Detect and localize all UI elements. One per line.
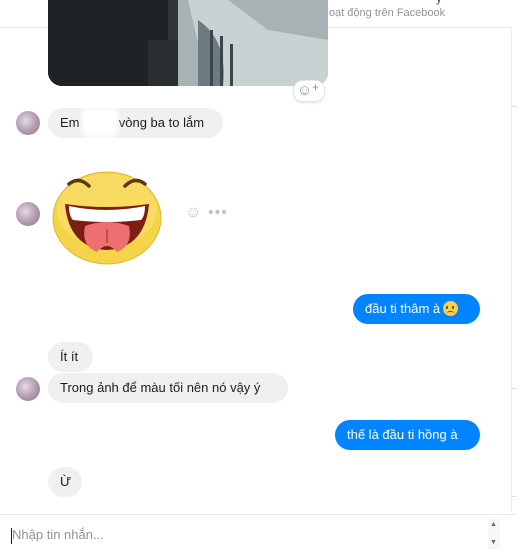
tongue-out-laughing-sticker[interactable] bbox=[51, 170, 163, 266]
message-bubble[interactable]: Trong ảnh để màu tối nên nó vậy ý bbox=[48, 373, 288, 403]
header-name-fragment: y bbox=[436, 0, 442, 5]
scroll-up-icon[interactable]: ▲ bbox=[490, 521, 497, 529]
message-text: đầu ti thâm à bbox=[365, 301, 441, 316]
message-bubble[interactable]: Ít ít bbox=[48, 342, 93, 372]
message-bubble-outgoing[interactable]: thế là đầu ti hồng à bbox=[335, 420, 480, 450]
message-text-start: Em bbox=[60, 115, 80, 130]
rail-divider bbox=[511, 106, 517, 107]
message-bubble[interactable]: Ừ bbox=[48, 467, 82, 497]
redaction-blur bbox=[82, 108, 118, 138]
rail-divider bbox=[511, 496, 517, 497]
smile-plus-icon: ☺ bbox=[297, 82, 313, 99]
scroll-down-icon[interactable]: ▼ bbox=[490, 539, 497, 547]
contact-avatar[interactable] bbox=[16, 377, 40, 401]
message-bubble[interactable]: Em vòng ba to lắm bbox=[48, 108, 223, 138]
react-icon[interactable]: ☺ bbox=[185, 204, 201, 222]
message-bubble-outgoing[interactable]: đầu ti thâm à bbox=[353, 294, 480, 324]
more-icon[interactable]: ••• bbox=[208, 204, 228, 222]
text-caret bbox=[11, 528, 12, 544]
composer-scrollbar[interactable]: ▲ ▼ bbox=[488, 519, 500, 549]
redaction-patch bbox=[48, 500, 184, 514]
photo-attachment[interactable] bbox=[48, 0, 328, 86]
message-text: Trong ảnh để màu tối nên nó vậy ý bbox=[60, 380, 261, 395]
add-reaction-button[interactable]: ☺ + bbox=[293, 80, 325, 102]
contact-avatar[interactable] bbox=[16, 202, 40, 226]
active-status: Hoạt động trên Facebook bbox=[321, 7, 446, 19]
photo-image bbox=[48, 0, 328, 86]
composer bbox=[0, 514, 517, 552]
message-text: Ít ít bbox=[60, 349, 79, 364]
message-text: thế là đầu ti hồng à bbox=[347, 427, 458, 442]
rail-divider bbox=[511, 388, 517, 389]
message-text: Ừ bbox=[60, 474, 72, 489]
message-text-end: vòng ba to lắm bbox=[118, 115, 205, 130]
right-rail bbox=[511, 27, 517, 511]
message-input[interactable] bbox=[12, 521, 482, 547]
plus-glyph: + bbox=[312, 80, 320, 94]
contact-avatar[interactable] bbox=[16, 111, 40, 135]
sad-face-icon bbox=[443, 301, 459, 316]
